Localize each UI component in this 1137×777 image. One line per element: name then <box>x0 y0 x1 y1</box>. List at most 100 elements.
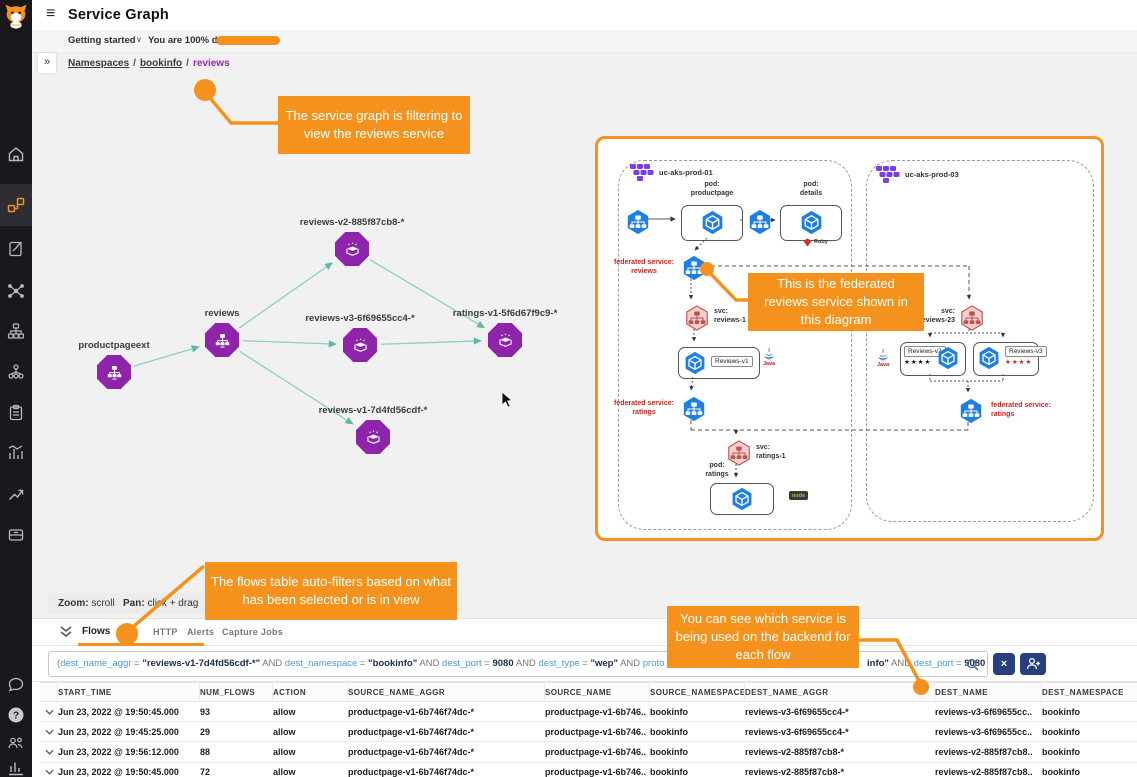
hamburger-menu-icon[interactable]: ≡ <box>46 5 55 23</box>
cell-dest_name_aggr: reviews-v3-6f69655cc4-* <box>745 707 935 717</box>
graph-node-reviews_v1[interactable] <box>356 420 390 454</box>
federated-ratings-label: federated service: ratings <box>991 402 1063 420</box>
callout-backend-service: You can see which service is being used … <box>667 606 859 668</box>
cell-action: allow <box>273 707 348 717</box>
breadcrumb-namespace-bookinfo[interactable]: bookinfo <box>140 58 182 69</box>
cell-dest_name_aggr: reviews-v2-885f87cb8-* <box>745 767 935 777</box>
trends-icon[interactable] <box>7 486 25 504</box>
table-row[interactable]: Jun 23, 2022 @ 19:56:12.00088allowproduc… <box>40 742 1137 762</box>
breadcrumb: Namespaces/bookinfo/reviews <box>68 58 230 69</box>
collapse-panel-icon[interactable] <box>58 625 74 639</box>
cell-source_name: productpage-v1-6b746.. <box>545 767 650 777</box>
flow-filter-row: (dest_name_aggr = "reviews-v1-7d4fd56cdf… <box>32 646 1137 682</box>
column-header-dest_namespace[interactable]: DEST_NAMESPACE <box>1042 683 1137 701</box>
getting-started-dropdown[interactable]: Getting started <box>68 35 136 46</box>
metrics-icon[interactable] <box>7 444 25 462</box>
cell-dest_name: reviews-v3-6f69655cc.. <box>935 707 1042 717</box>
cell-source_name_aggr: productpage-v1-6b746f74dc-* <box>348 767 545 777</box>
pod-hexagon-icon <box>683 351 707 375</box>
column-header-dest_name_aggr[interactable]: DEST_NAME_AGGR <box>745 683 935 701</box>
add-user-filter-button[interactable] <box>1020 653 1046 675</box>
service-graph-app: ? ≡ Service Graph Getting started ∨ You … <box>0 0 1137 777</box>
graph-node-reviews[interactable] <box>205 323 239 357</box>
cell-dest_name: reviews-v3-6f69655cc.. <box>935 727 1042 737</box>
process-tree-icon[interactable] <box>7 363 25 381</box>
cell-num_flows: 29 <box>200 727 273 737</box>
row-expander-icon[interactable] <box>40 709 58 715</box>
table-row[interactable]: Jun 23, 2022 @ 19:45:25.00029allowproduc… <box>40 722 1137 742</box>
table-row[interactable]: Jun 23, 2022 @ 19:50:45.00072allowproduc… <box>40 763 1137 777</box>
nodejs-logo-badge: node <box>789 491 808 500</box>
tab-flows[interactable]: Flows <box>82 626 110 637</box>
graph-node-reviews_v3[interactable] <box>343 328 377 362</box>
cell-source_namespace: bookinfo <box>650 707 745 717</box>
java-logo-icon <box>877 348 889 361</box>
row-expander-icon[interactable] <box>40 769 58 775</box>
pod-hexagon-icon <box>730 487 754 511</box>
pod-hexagon-icon <box>799 210 824 235</box>
column-header-dest_name[interactable]: DEST_NAME <box>935 683 1042 701</box>
page-title: Service Graph <box>68 7 169 23</box>
cell-dest_namespace: bookinfo <box>1042 727 1137 737</box>
getting-started-bar: Getting started ∨ You are 100% done <box>32 30 1137 53</box>
stats-icon[interactable] <box>7 759 25 777</box>
service-hexagon-icon <box>747 209 773 235</box>
column-header-source_name_aggr[interactable]: SOURCE_NAME_AGGR <box>348 683 545 701</box>
pan-hint-value: click + drag <box>147 598 198 609</box>
column-header-source_namespace[interactable]: SOURCE_NAMESPACE <box>650 683 745 701</box>
service-hexagon-icon <box>625 209 651 235</box>
clipboard-icon[interactable] <box>7 404 25 422</box>
breadcrumb-namespaces[interactable]: Namespaces <box>68 58 129 69</box>
help-icon[interactable]: ? <box>7 706 25 724</box>
chevron-down-icon[interactable]: ∨ <box>136 35 142 44</box>
cell-num_flows: 72 <box>200 767 273 777</box>
cell-source_name: productpage-v1-6b746.. <box>545 707 650 717</box>
chat-icon[interactable] <box>7 676 25 694</box>
flows-table-body: Jun 23, 2022 @ 19:50:45.00093allowproduc… <box>40 702 1137 777</box>
tab-capture-jobs[interactable]: Capture Jobs <box>222 627 283 637</box>
column-header-start_time[interactable]: START_TIME <box>58 683 200 701</box>
sitemap-icon[interactable] <box>7 322 25 340</box>
graph-node-reviews_v2[interactable] <box>335 232 369 266</box>
svg-text:?: ? <box>13 711 19 722</box>
storage-icon[interactable] <box>7 526 25 544</box>
reviews-v3-tag: Reviews-v3 <box>1005 346 1047 357</box>
flows-table-header: START_TIMENUM_FLOWSACTIONSOURCE_NAME_AGG… <box>40 682 1137 702</box>
search-icon[interactable] <box>966 658 979 671</box>
policy-editor-icon[interactable] <box>7 240 25 258</box>
network-icon[interactable] <box>7 282 25 300</box>
row-expander-icon[interactable] <box>40 729 58 735</box>
java-label: Java <box>763 361 775 367</box>
java-label: Java <box>877 362 889 368</box>
column-header-action[interactable]: ACTION <box>273 683 348 701</box>
federated-reviews-label: federated service: reviews <box>609 259 679 277</box>
pod-hexagon-icon <box>936 346 960 370</box>
flows-count-badge: 20 <box>116 625 139 638</box>
home-icon[interactable] <box>7 145 25 163</box>
cell-dest_name_aggr: reviews-v2-885f87cb8-* <box>745 747 935 757</box>
svc-reviews-23-icon <box>959 305 985 331</box>
pod-details-label: pod: details <box>780 181 842 199</box>
breadcrumb-expand-icon[interactable]: » <box>38 53 56 73</box>
graph-node-productpageext[interactable] <box>97 355 131 389</box>
pod-hexagon-icon <box>700 210 725 235</box>
sidebar-item-service-map[interactable] <box>0 184 32 226</box>
zoom-hint-label: Zoom: <box>58 598 89 609</box>
cat-mascot-logo <box>3 3 29 31</box>
cell-dest_name: reviews-v2-885f87cb8.. <box>935 767 1042 777</box>
tab-alerts[interactable]: Alerts <box>187 627 214 637</box>
users-icon[interactable] <box>7 734 25 752</box>
cell-dest_name: reviews-v2-885f87cb8.. <box>935 747 1042 757</box>
column-header-source_name[interactable]: SOURCE_NAME <box>545 683 650 701</box>
ruby-logo-icon <box>803 238 812 247</box>
cell-num_flows: 93 <box>200 707 273 717</box>
column-header-num_flows[interactable]: NUM_FLOWS <box>200 683 273 701</box>
federated-architecture-diagram: uc-aks-prod-01 pod: productpage pod: det… <box>595 136 1104 541</box>
clear-filter-button[interactable]: × <box>993 653 1015 675</box>
table-row[interactable]: Jun 23, 2022 @ 19:50:45.00093allowproduc… <box>40 702 1137 722</box>
tab-http[interactable]: HTTP <box>153 627 178 637</box>
cell-action: allow <box>273 747 348 757</box>
cell-action: allow <box>273 767 348 777</box>
row-expander-icon[interactable] <box>40 749 58 755</box>
callout-filtering: The service graph is filtering to view t… <box>278 96 470 154</box>
